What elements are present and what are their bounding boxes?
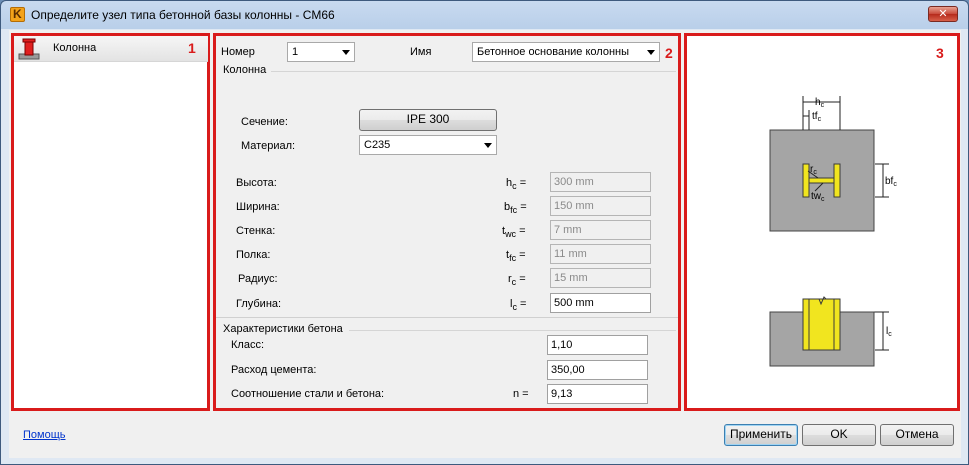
section-label: Сечение: (241, 116, 288, 128)
section-separator (216, 317, 678, 318)
width-symbol: bfc = (504, 201, 527, 215)
web-symbol: twc = (502, 225, 526, 239)
web-label: Стенка: (236, 225, 276, 237)
column-icon (18, 38, 40, 60)
width-field: 150 mm (550, 196, 651, 216)
name-select[interactable]: Бетонное основание колонны (472, 42, 660, 62)
name-label: Имя (410, 46, 432, 58)
name-select-value: Бетонное основание колонны (477, 46, 630, 58)
hc-label: hc (815, 97, 825, 109)
cement-input[interactable]: 350,00 (547, 360, 648, 380)
number-select[interactable]: 1 (287, 42, 355, 62)
radius-field: 15 mm (550, 268, 651, 288)
flange-symbol: tfc = (506, 249, 526, 263)
panel-number-2: 2 (665, 45, 673, 61)
title-bar[interactable]: Определите узел типа бетонной базы колон… (1, 1, 968, 29)
base-diagram: hc tfc rc twc bfc lc (769, 96, 897, 367)
number-label: Номер (221, 46, 255, 58)
dropdown-arrow-icon (484, 143, 492, 148)
flange-field: 11 mm (550, 244, 651, 264)
tree-item-column[interactable]: Колонна (14, 36, 208, 62)
tree-item-label: Колонна (53, 42, 97, 54)
radius-symbol: rc = (508, 273, 526, 287)
group-divider (271, 71, 676, 72)
group-divider (349, 330, 676, 331)
concrete-group-title: Характеристики бетона (223, 323, 343, 335)
dialog-window: Определите узел типа бетонной базы колон… (0, 0, 969, 465)
panel-number-1: 1 (188, 40, 196, 56)
class-input[interactable]: 1,10 (547, 335, 648, 355)
web-field: 7 mm (550, 220, 651, 240)
properties-panel: Номер 1 Имя Бетонное основание колонны 2… (213, 33, 681, 411)
app-logo-icon (10, 7, 25, 22)
material-label: Материал: (241, 140, 296, 152)
lc-label: lc (886, 326, 892, 338)
section-button[interactable]: IPE 300 (359, 109, 497, 131)
class-label: Класс: (231, 339, 264, 351)
cement-label: Расход цемента: (231, 364, 317, 376)
cancel-button[interactable]: Отмена (880, 424, 954, 446)
depth-input[interactable]: 500 mm (550, 293, 651, 313)
tree-panel: Колонна 1 (11, 33, 210, 411)
width-label: Ширина: (236, 201, 280, 213)
window-title: Определите узел типа бетонной базы колон… (31, 8, 335, 22)
close-icon[interactable]: ✕ (928, 6, 958, 22)
column-group-title: Колонна (223, 64, 267, 76)
tfc-label: tfc (812, 111, 822, 123)
dialog-body: Колонна 1 Номер 1 Имя Бетонное основание… (9, 30, 961, 458)
bfc-label: bfc (885, 176, 897, 188)
apply-button[interactable]: Применить (724, 424, 798, 446)
flange-label: Полка: (236, 249, 271, 261)
help-link[interactable]: Помощь (23, 429, 66, 441)
height-label: Высота: (236, 177, 277, 189)
depth-label: Глубина: (236, 298, 282, 310)
number-select-value: 1 (292, 46, 299, 58)
radius-label: Радиус: (238, 273, 278, 285)
height-symbol: hc = (506, 177, 527, 191)
dropdown-arrow-icon (342, 50, 350, 55)
dropdown-arrow-icon (647, 50, 655, 55)
height-field: 300 mm (550, 172, 651, 192)
ratio-input[interactable]: 9,13 (547, 384, 648, 404)
preview-panel: 3 hc tfc rc twc bfc lc (684, 33, 960, 411)
depth-symbol: lc = (510, 298, 527, 312)
material-select[interactable]: C235 (359, 135, 497, 155)
material-select-value: C235 (364, 139, 391, 151)
ratio-symbol: n = (513, 388, 529, 400)
ratio-label: Соотношение стали и бетона: (231, 388, 385, 400)
ok-button[interactable]: OK (802, 424, 876, 446)
